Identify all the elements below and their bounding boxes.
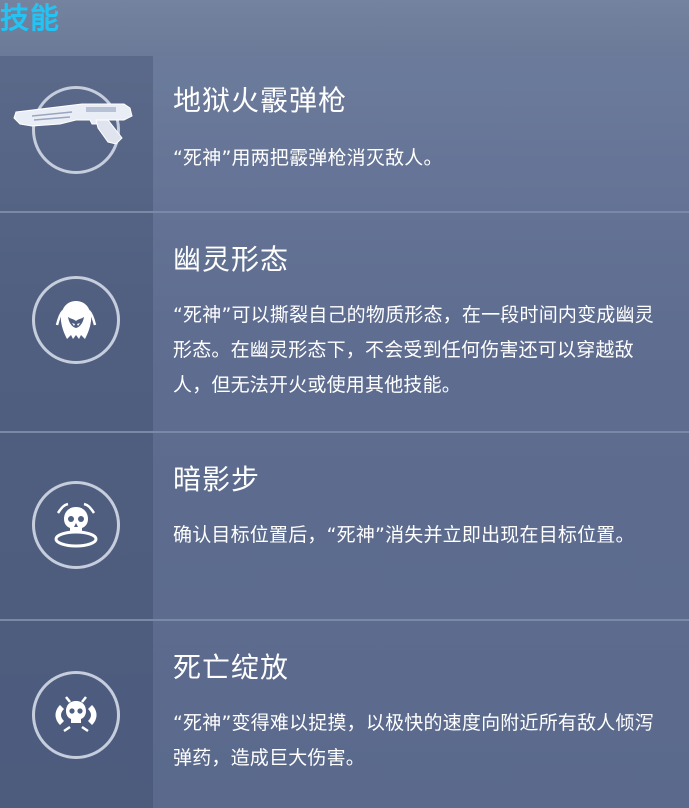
abilities-page: 技能 地狱火霰弹枪 “死神”用两把霰弹枪消灭敌人。 幽灵形态 “死神”可以撕裂自… [0, 0, 689, 808]
ability-icon-column [0, 621, 153, 808]
wraith-form-icon [32, 276, 120, 364]
ability-icon-column [0, 56, 153, 211]
ability-row-death-blossom[interactable]: 死亡绽放 “死神”变得难以捉摸，以极快的速度向附近所有敌人倾泻弹药，造成巨大伤害… [0, 619, 689, 808]
ability-text: 死亡绽放 “死神”变得难以捉摸，以极快的速度向附近所有敌人倾泻弹药，造成巨大伤害… [153, 621, 689, 808]
section-title: 技能 [0, 1, 61, 35]
ability-text: 暗影步 确认目标位置后，“死神”消失并立即出现在目标位置。 [153, 433, 689, 619]
ability-icon-column [0, 433, 153, 619]
ability-row-hellfire-shotgun[interactable]: 地狱火霰弹枪 “死神”用两把霰弹枪消灭敌人。 [0, 56, 689, 211]
ability-text: 地狱火霰弹枪 “死神”用两把霰弹枪消灭敌人。 [153, 56, 689, 211]
ability-name: 死亡绽放 [173, 651, 290, 684]
death-blossom-icon [32, 671, 120, 759]
ability-description: “死神”用两把霰弹枪消灭敌人。 [173, 147, 443, 169]
ability-name: 暗影步 [173, 463, 261, 496]
ability-row-wraith-form[interactable]: 幽灵形态 “死神”可以撕裂自己的物质形态，在一段时间内变成幽灵形态。在幽灵形态下… [0, 211, 689, 431]
ability-description: “死神”变得难以捉摸，以极快的速度向附近所有敌人倾泻弹药，造成巨大伤害。 [173, 712, 654, 769]
shotgun-icon [12, 82, 162, 182]
ability-row-shadow-step[interactable]: 暗影步 确认目标位置后，“死神”消失并立即出现在目标位置。 [0, 431, 689, 619]
ability-name: 幽灵形态 [173, 243, 290, 276]
ability-name: 地狱火霰弹枪 [173, 84, 348, 117]
shadow-step-icon [32, 481, 120, 569]
ability-description: “死神”可以撕裂自己的物质形态，在一段时间内变成幽灵形态。在幽灵形态下，不会受到… [173, 304, 654, 396]
ability-text: 幽灵形态 “死神”可以撕裂自己的物质形态，在一段时间内变成幽灵形态。在幽灵形态下… [153, 213, 689, 431]
section-header: 技能 [0, 0, 689, 56]
ability-description: 确认目标位置后，“死神”消失并立即出现在目标位置。 [173, 524, 635, 546]
ability-icon-column [0, 213, 153, 431]
